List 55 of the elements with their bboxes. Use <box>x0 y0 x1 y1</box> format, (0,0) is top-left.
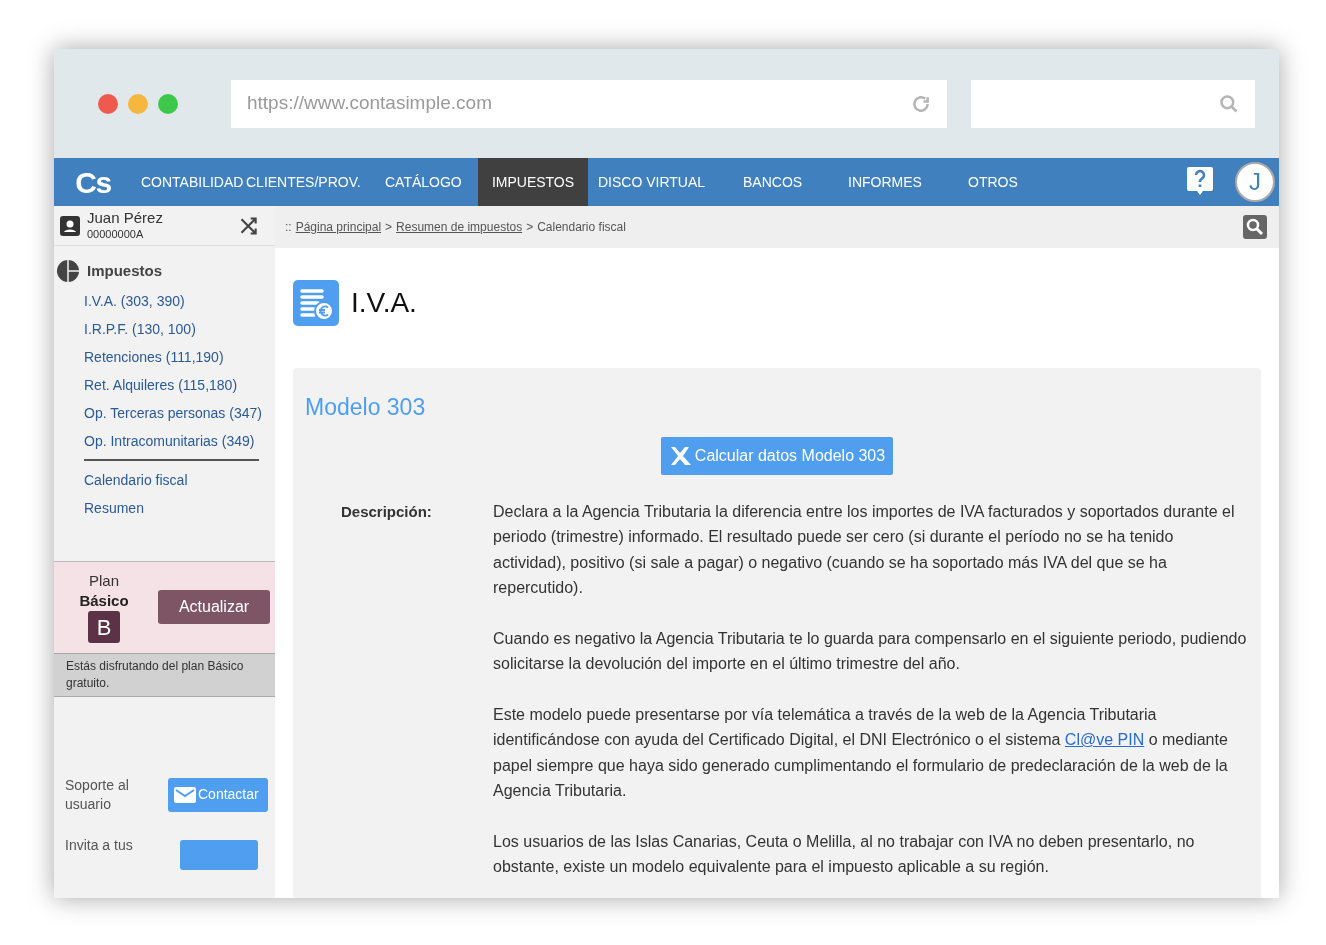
plan-notice: Estás disfrutando del plan Básico gratuito. <box>54 652 275 697</box>
reload-icon[interactable] <box>911 93 931 114</box>
plan-label: Plan <box>89 571 119 591</box>
nav-tab[interactable]: DISCO VIRTUAL <box>588 158 720 206</box>
calculate-button[interactable]: Calcular datos Modelo 303 <box>660 436 894 475</box>
sidebar-link[interactable]: I.R.P.F. (130, 100) <box>84 319 267 339</box>
nav-tab[interactable]: IMPUESTOS <box>478 158 588 206</box>
description-paragraph: Declara a la Agencia Tributaria la diferencia entre los importes de IVA facturados y soportados durante el periodo (trimestre) informado. El resultado puede ser cero (si durante el período no se ha tenido actividad), positivo (si sale a pagar) o negativo (cuando se ha soportado más IVA del que se ha repercutido). <box>493 501 1236 598</box>
breadcrumb-separator: > <box>385 219 393 236</box>
plan-badge: B <box>88 611 120 643</box>
search-field[interactable] <box>971 79 1255 128</box>
sidebar-link[interactable]: I.V.A. (303, 390) <box>84 291 267 311</box>
shuffle-icon[interactable] <box>239 215 259 236</box>
description-label: Descripción: <box>340 501 433 522</box>
description-paragraph: Este modelo puede presentarse por vía telemática a través de la web de la Agencia Tributaria identificándose con ayuda del Certificado Digital, el DNI Electrónico o el sistema Cl@ve PIN o mediante papel siempre que haya sido generado cumplimentando el formulario de predeclaración de la web de la Agencia Tributaria. <box>493 704 1229 801</box>
user-card-icon <box>60 215 80 236</box>
user-name: Juan Pérez <box>87 209 163 228</box>
nav-tab[interactable]: BANCOS <box>720 158 825 206</box>
sidebar-link[interactable]: Op. Intracomunitarias (349) <box>84 431 267 451</box>
mail-icon <box>174 786 196 803</box>
search-icon <box>1219 93 1239 114</box>
sidebar-link[interactable]: Ret. Alquileres (115,180) <box>84 375 267 395</box>
search-icon[interactable] <box>1243 215 1267 239</box>
card-title: Modelo 303 <box>305 393 427 422</box>
nav-tab[interactable]: OTROS <box>948 158 1068 206</box>
pie-chart-icon <box>57 260 79 283</box>
app-logo[interactable]: Cs <box>54 158 132 206</box>
section-title: Impuestos <box>87 261 162 281</box>
sidebar-link[interactable]: Retenciones (111,190) <box>84 347 267 367</box>
breadcrumb-link[interactable]: Página principal <box>295 218 382 236</box>
contact-button[interactable]: Contactar <box>168 777 268 812</box>
plan-name: Básico <box>79 591 129 611</box>
help-icon[interactable] <box>1187 167 1213 197</box>
upgrade-button[interactable]: Actualizar <box>158 590 270 624</box>
coins-euro-icon <box>293 280 339 326</box>
page-title: I.V.A. <box>351 286 417 320</box>
breadcrumb-prefix: :: <box>285 219 292 236</box>
description-paragraph: Cuando es negativo la Agencia Tributaria te lo guarda para compensarlo en el siguiente periodo, pudiendo solicitarse la devolución del importe en el último trimestre del año. <box>493 628 1247 674</box>
sidebar-link[interactable]: Resumen <box>84 498 275 518</box>
user-id: 00000000A <box>87 228 145 242</box>
user-avatar[interactable]: J <box>1235 162 1275 202</box>
clave-pin-link[interactable]: Cl@ve PIN <box>1064 731 1145 748</box>
url-field[interactable]: https://www.contasimple.com <box>231 79 947 128</box>
sidebar-link[interactable]: Calendario fiscal <box>84 470 275 490</box>
tax-agency-icon <box>668 444 693 467</box>
nav-tab[interactable]: CATÁLOGO <box>368 158 478 206</box>
support-label: Soporte al usuario <box>65 775 130 814</box>
invite-label: Invita a tus <box>65 835 133 855</box>
nav-tab[interactable]: INFORMES <box>825 158 948 206</box>
breadcrumb-link[interactable]: Resumen de impuestos <box>396 218 523 236</box>
breadcrumb-separator: > <box>526 219 534 236</box>
description-paragraph: Los usuarios de las Islas Canarias, Ceuta o Melilla, al no trabajar con IVA no deben presentarlo, no obstante, existe un modelo equivalente para el impuesto aplicable a su región. <box>493 831 1196 877</box>
breadcrumb-current: Calendario fiscal <box>537 219 626 236</box>
invite-button[interactable] <box>180 839 258 870</box>
sidebar-link[interactable]: Op. Terceras personas (347) <box>84 403 267 423</box>
